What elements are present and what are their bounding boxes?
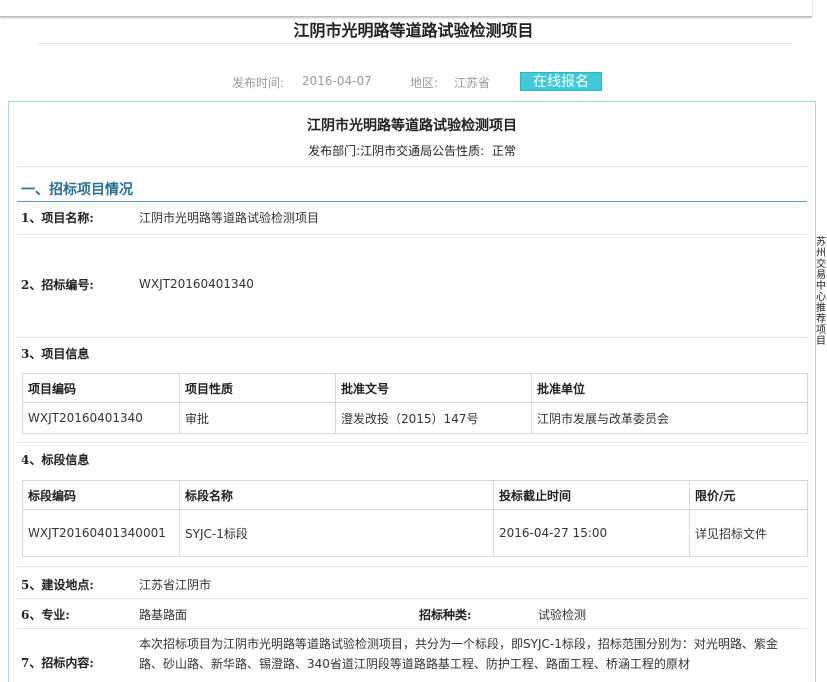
region-label: 地区: — [410, 76, 439, 90]
project-name-label: 1、项目名称: — [21, 211, 94, 225]
scope-text: 本次招标项目为江阴市光明路等道路试验检测项目，共分为一个标段，即SYJC-1标段… — [139, 637, 778, 671]
column-header: 限价/元 — [689, 480, 808, 510]
table-header-row: 标段编码 标段名称 投标截止时间 限价/元 — [22, 480, 808, 510]
divider — [17, 234, 807, 235]
divider — [17, 337, 807, 338]
table-header-row: 项目编码 项目性质 批准文号 批准单位 — [22, 373, 808, 403]
location-value: 江苏省江阴市 — [139, 578, 212, 592]
tender-number-label: 2、招标编号: — [21, 278, 94, 292]
notice-subtitle: 发布部门:江阴市交通局公告性质: 正常 — [9, 142, 815, 159]
lot-info-label: 4、标段信息 — [21, 453, 90, 467]
top-toolbar — [0, 0, 812, 17]
column-header: 标段名称 — [179, 480, 494, 510]
divider — [17, 566, 807, 567]
table-cell: 2016-04-27 15:00 — [493, 509, 690, 557]
table-cell: 审批 — [179, 402, 336, 434]
divider — [17, 442, 807, 443]
nature-value: 正常 — [491, 144, 516, 158]
column-header: 项目编码 — [22, 373, 180, 403]
column-header: 项目性质 — [179, 373, 336, 403]
section-heading: 一、招标项目情况 — [21, 182, 133, 198]
column-header: 批准文号 — [335, 373, 532, 403]
notice-title: 江阴市光明路等道路试验检测项目 — [307, 118, 517, 134]
table-cell: 澄发改投（2015）147号 — [335, 402, 532, 434]
column-header: 批准单位 — [531, 373, 808, 403]
divider — [17, 598, 807, 599]
online-signup-button[interactable]: 在线报名 — [520, 72, 602, 91]
specialty-value: 路基路面 — [139, 608, 188, 622]
meta-bar: 发布时间: 2016-04-07 地区: 江苏省 在线报名 — [0, 71, 827, 93]
lot-info-table: 标段编码 标段名称 投标截止时间 限价/元 WXJT20160401340001… — [22, 480, 808, 557]
project-info-table: 项目编码 项目性质 批准文号 批准单位 WXJT20160401340 审批 澄… — [22, 373, 808, 434]
specialty-label: 6、专业: — [21, 608, 70, 622]
side-floating-tab[interactable]: 苏州交易中心推荐项目 — [815, 237, 827, 347]
column-header: 投标截止时间 — [493, 480, 690, 510]
notice-content: 江阴市光明路等道路试验检测项目 发布部门:江阴市交通局公告性质: 正常 一、招标… — [8, 101, 816, 682]
table-cell: 江阴市发展与改革委员会 — [531, 402, 808, 434]
table-cell: 详见招标文件 — [689, 509, 808, 557]
divider — [17, 628, 807, 629]
title-divider — [38, 43, 792, 44]
page-title: 江阴市光明路等道路试验检测项目 — [293, 21, 534, 40]
table-cell: SYJC-1标段 — [179, 509, 494, 557]
tender-type-label: 招标种类: — [419, 608, 472, 622]
column-header: 标段编码 — [22, 480, 180, 510]
table-cell: WXJT20160401340001 — [22, 509, 180, 557]
tender-number-value: WXJT20160401340 — [139, 277, 254, 291]
table-row: WXJT20160401340001 SYJC-1标段 2016-04-27 1… — [22, 509, 808, 557]
table-cell: WXJT20160401340 — [22, 402, 180, 434]
publish-date-label: 发布时间: — [232, 76, 285, 90]
publish-date-value: 2016-04-07 — [302, 74, 372, 88]
nature-label: 公告性质: — [432, 144, 485, 158]
project-name-value: 江阴市光明路等道路试验检测项目 — [139, 211, 320, 225]
department-value: 江阴市交通局 — [360, 144, 433, 158]
divider — [17, 166, 807, 167]
department-label: 发布部门: — [308, 144, 361, 158]
section-underline — [17, 201, 807, 202]
scope-label: 7、招标内容: — [21, 656, 94, 670]
location-label: 5、建设地点: — [21, 578, 94, 592]
region-value: 江苏省 — [454, 76, 491, 90]
project-info-label: 3、项目信息 — [21, 347, 90, 361]
table-row: WXJT20160401340 审批 澄发改投（2015）147号 江阴市发展与… — [22, 402, 808, 434]
tender-type-value: 试验检测 — [538, 608, 587, 622]
